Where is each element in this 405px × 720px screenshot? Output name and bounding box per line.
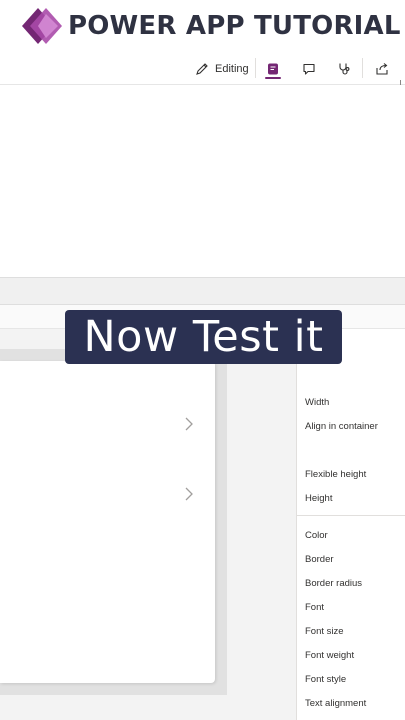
screen-frame: [0, 349, 227, 695]
share-button[interactable]: [372, 59, 392, 79]
editing-label: Editing: [215, 63, 249, 75]
property-color[interactable]: Color: [305, 530, 328, 541]
power-apps-logo-icon: [22, 8, 62, 44]
property-align-in-container[interactable]: Align in container: [305, 421, 378, 432]
canvas-workspace: [0, 329, 296, 720]
property-border[interactable]: Border: [305, 554, 334, 565]
property-font-style[interactable]: Font style: [305, 674, 346, 685]
chevron-right-icon[interactable]: [183, 417, 195, 431]
chevron-right-icon[interactable]: [183, 487, 195, 501]
formula-area: [0, 85, 405, 277]
active-tab-indicator: [265, 77, 281, 79]
banner-title: POWER APP TUTORIAL: [68, 11, 401, 41]
property-height[interactable]: Height: [305, 493, 332, 504]
pencil-icon: [196, 63, 208, 75]
tutorial-banner: POWER APP TUTORIAL: [0, 0, 405, 52]
property-border-radius[interactable]: Border radius: [305, 578, 362, 589]
separator: [255, 58, 256, 78]
comment-icon: [303, 63, 315, 75]
app-checker-icon: [268, 63, 278, 75]
property-width[interactable]: Width: [305, 397, 329, 408]
property-text-alignment[interactable]: Text alignment: [305, 698, 366, 709]
properties-panel: Width Align in container Flexible height…: [296, 329, 405, 720]
separator: [362, 58, 363, 78]
panel-divider: [297, 515, 405, 516]
canvas-toolbar: [0, 277, 405, 305]
property-flexible-height[interactable]: Flexible height: [305, 469, 366, 480]
video-caption: Now Test it: [65, 310, 342, 364]
health-check-button[interactable]: [334, 59, 354, 79]
comments-button[interactable]: [299, 59, 319, 79]
property-font-weight[interactable]: Font weight: [305, 650, 354, 661]
app-screen[interactable]: [0, 361, 215, 683]
share-icon: [376, 63, 388, 75]
property-font-size[interactable]: Font size: [305, 626, 344, 637]
app-checker-button[interactable]: [263, 59, 283, 79]
caption-text: Now Test it: [83, 312, 324, 362]
stethoscope-icon: [339, 63, 350, 75]
editing-status[interactable]: Editing: [195, 60, 249, 78]
command-bar: Editing: [0, 52, 405, 85]
property-font[interactable]: Font: [305, 602, 324, 613]
